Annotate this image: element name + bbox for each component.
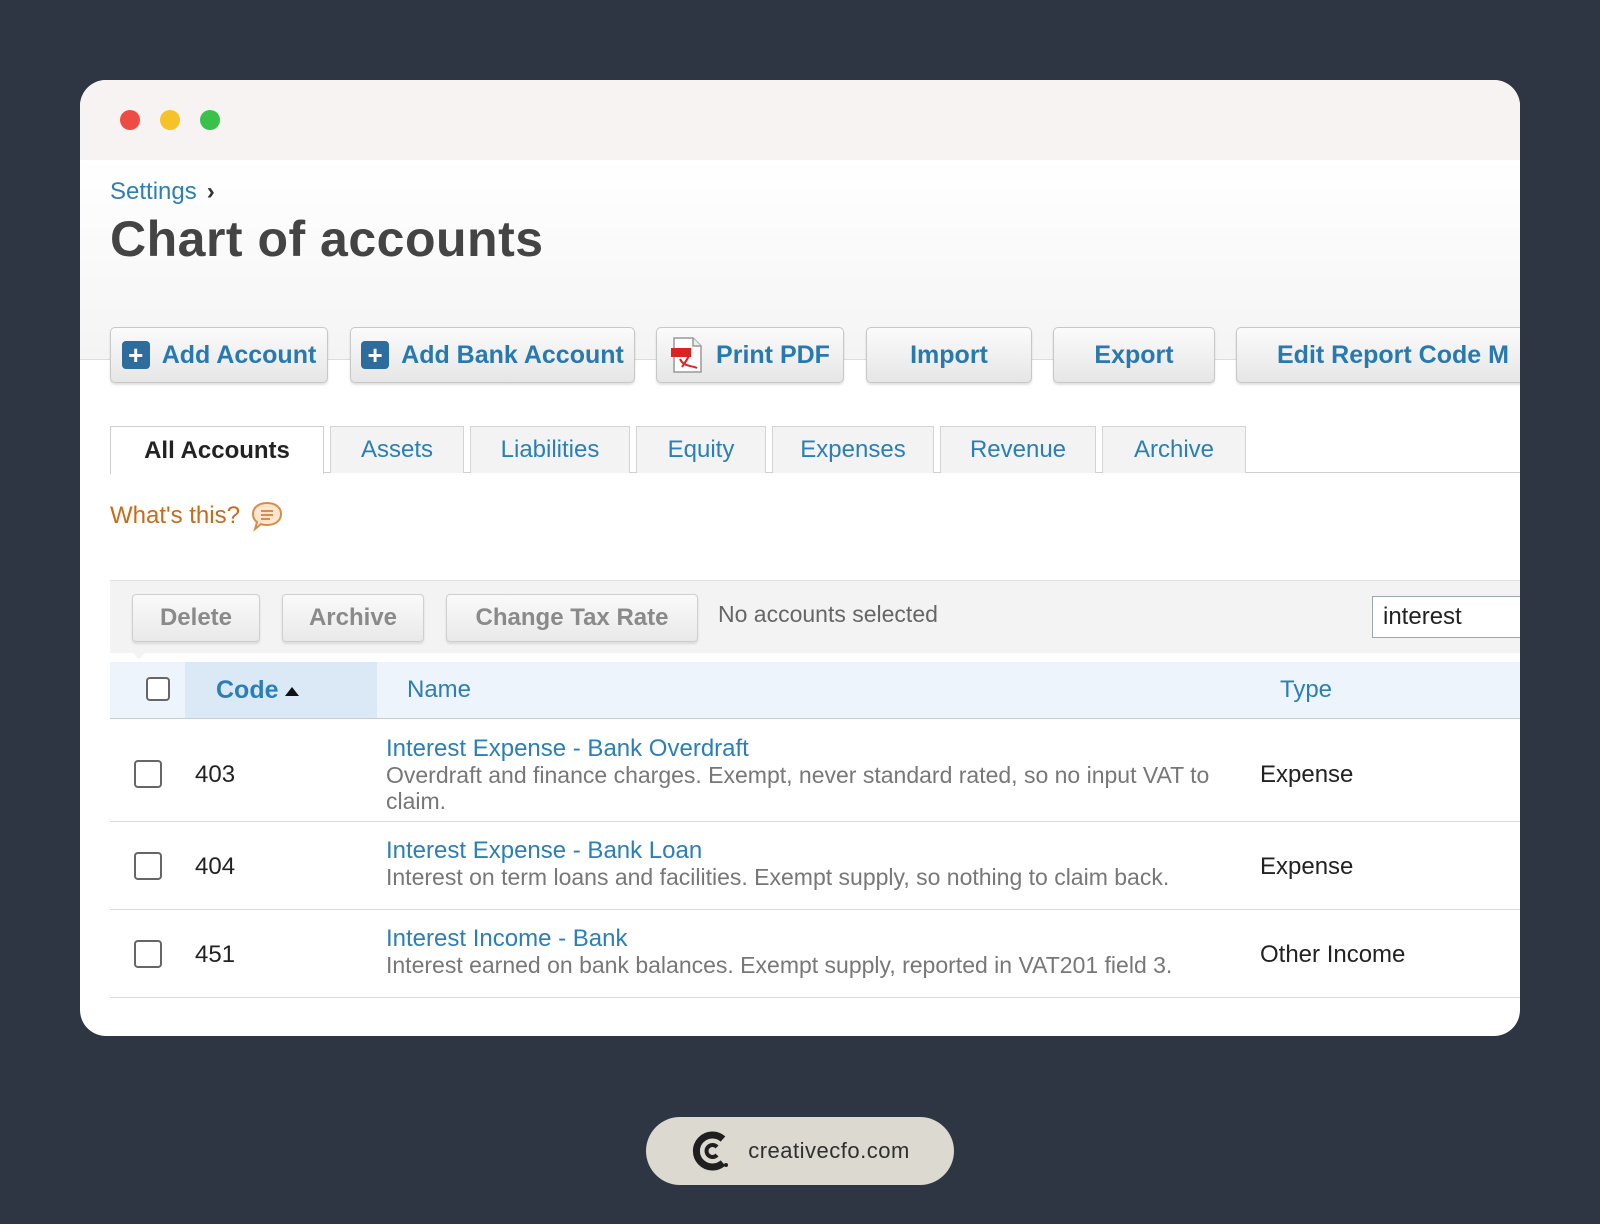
row-checkbox[interactable] (134, 852, 162, 880)
code-header-label: Code (216, 675, 279, 704)
table-row: 403 Interest Expense - Bank Overdraft Ov… (110, 719, 1520, 822)
selection-status: No accounts selected (718, 601, 938, 627)
tab-assets[interactable]: Assets (330, 426, 464, 473)
column-header-name[interactable]: Name (407, 676, 471, 704)
print-pdf-button[interactable]: Print PDF (656, 327, 844, 383)
account-description: Overdraft and finance charges. Exempt, n… (386, 762, 1210, 814)
app-window: Settings › Chart of accounts + Add Accou… (80, 80, 1520, 1036)
edit-report-code-label: Edit Report Code M (1277, 340, 1509, 369)
row-checkbox[interactable] (134, 940, 162, 968)
creativecfo-logo-icon (693, 1131, 729, 1171)
account-name-link[interactable]: Interest Expense - Bank Overdraft (386, 735, 749, 763)
pdf-icon (671, 337, 702, 373)
select-all-checkbox[interactable] (146, 677, 170, 701)
add-account-label: Add Account (161, 340, 317, 369)
change-tax-rate-button[interactable]: Change Tax Rate (446, 594, 698, 642)
action-bar-pointer (128, 648, 150, 659)
column-header-code[interactable]: Code (185, 662, 377, 718)
window-titlebar (80, 80, 1520, 160)
table-row: 451 Interest Income - Bank Interest earn… (110, 910, 1520, 998)
plus-icon: + (121, 341, 150, 369)
whats-this-label: What's this? (110, 502, 240, 529)
account-description: Interest on term loans and facilities. E… (386, 864, 1170, 890)
add-bank-account-label: Add Bank Account (401, 340, 624, 369)
account-type: Other Income (1260, 941, 1406, 968)
breadcrumb-settings-link[interactable]: Settings (110, 178, 197, 206)
tab-equity[interactable]: Equity (636, 426, 766, 473)
import-label: Import (910, 340, 988, 369)
account-type: Expense (1260, 761, 1354, 788)
whats-this-link[interactable]: What's this? (110, 500, 284, 532)
account-code: 451 (195, 941, 236, 968)
add-account-button[interactable]: + Add Account (110, 327, 328, 383)
tab-revenue[interactable]: Revenue (940, 426, 1096, 473)
sort-ascending-icon (284, 686, 299, 696)
plus-icon: + (361, 341, 390, 369)
close-window-button[interactable] (120, 110, 140, 130)
edit-report-code-button[interactable]: Edit Report Code M (1236, 327, 1520, 383)
table-row: 404 Interest Expense - Bank Loan Interes… (110, 822, 1520, 910)
tab-all-accounts[interactable]: All Accounts (110, 426, 324, 474)
account-name-link[interactable]: Interest Income - Bank (386, 925, 627, 953)
brand-badge: creativecfo.com (646, 1117, 954, 1185)
maximize-window-button[interactable] (200, 110, 220, 130)
tab-expenses[interactable]: Expenses (772, 426, 934, 473)
row-checkbox[interactable] (134, 760, 162, 788)
table-header: Code Name Type (110, 662, 1520, 719)
account-type: Expense (1260, 853, 1354, 880)
delete-button[interactable]: Delete (132, 594, 260, 642)
export-label: Export (1094, 340, 1174, 369)
export-button[interactable]: Export (1053, 327, 1215, 383)
bulk-action-bar: Delete Archive Change Tax Rate No accoun… (110, 580, 1520, 653)
brand-url: creativecfo.com (748, 1138, 910, 1163)
archive-button[interactable]: Archive (282, 594, 424, 642)
chevron-right-icon: › (206, 178, 215, 205)
search-input[interactable] (1372, 596, 1520, 638)
page-title: Chart of accounts (110, 211, 544, 267)
account-description: Interest earned on bank balances. Exempt… (386, 952, 1173, 978)
account-code: 404 (195, 853, 236, 880)
account-code: 403 (195, 761, 236, 788)
add-bank-account-button[interactable]: + Add Bank Account (350, 327, 635, 383)
column-header-type[interactable]: Type (1280, 676, 1332, 704)
import-button[interactable]: Import (866, 327, 1032, 383)
speech-bubble-icon (251, 501, 282, 532)
account-name-link[interactable]: Interest Expense - Bank Loan (386, 837, 702, 865)
tab-archive[interactable]: Archive (1102, 426, 1246, 473)
print-pdf-label: Print PDF (716, 340, 830, 369)
minimize-window-button[interactable] (160, 110, 180, 130)
breadcrumb: Settings › (110, 178, 215, 206)
tab-liabilities[interactable]: Liabilities (470, 426, 630, 473)
